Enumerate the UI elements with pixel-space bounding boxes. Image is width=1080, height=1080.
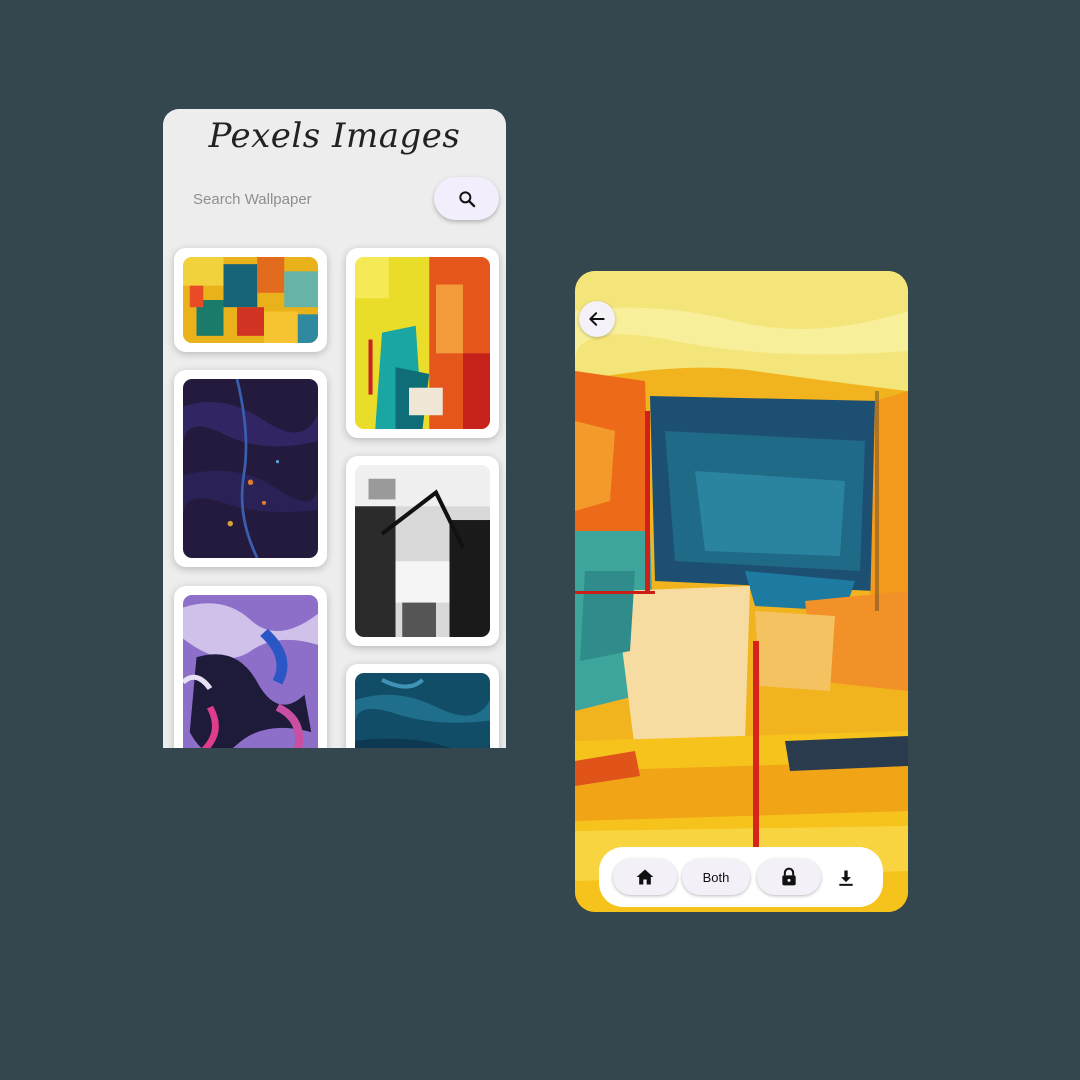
set-both-label: Both (702, 869, 730, 885)
wallpaper-thumbnail (355, 465, 490, 637)
lock-icon (782, 867, 796, 886)
search-bar (163, 177, 506, 221)
back-button[interactable] (579, 301, 615, 337)
arrow-left-icon (589, 312, 605, 326)
wallpaper-card[interactable] (346, 456, 499, 646)
download-icon (839, 870, 853, 886)
wallpaper-card[interactable] (174, 248, 327, 352)
set-home-button[interactable] (613, 859, 677, 895)
wallpaper-card[interactable] (346, 248, 499, 438)
wallpaper-preview (575, 271, 908, 912)
download-button[interactable] (831, 863, 861, 893)
search-icon (458, 190, 475, 207)
wallpaper-thumbnail (183, 595, 318, 748)
search-button[interactable] (434, 177, 499, 220)
wallpaper-thumbnail (183, 379, 318, 558)
search-input[interactable] (181, 183, 445, 215)
wallpaper-card[interactable] (346, 664, 499, 748)
wallpaper-thumbnail (355, 257, 490, 429)
home-icon (636, 869, 654, 885)
app-title: Pexels Images (208, 116, 461, 156)
wallpaper-card[interactable] (174, 586, 327, 748)
set-lock-button[interactable] (757, 859, 821, 895)
wallpaper-card[interactable] (174, 370, 327, 567)
wallpaper-action-bar: Both (599, 847, 883, 907)
wallpaper-thumbnail (355, 673, 490, 748)
gallery-screen: Pexels Images (163, 109, 506, 748)
set-both-button[interactable]: Both (682, 859, 750, 895)
preview-screen: Both (575, 271, 908, 912)
wallpaper-thumbnail (183, 257, 318, 343)
